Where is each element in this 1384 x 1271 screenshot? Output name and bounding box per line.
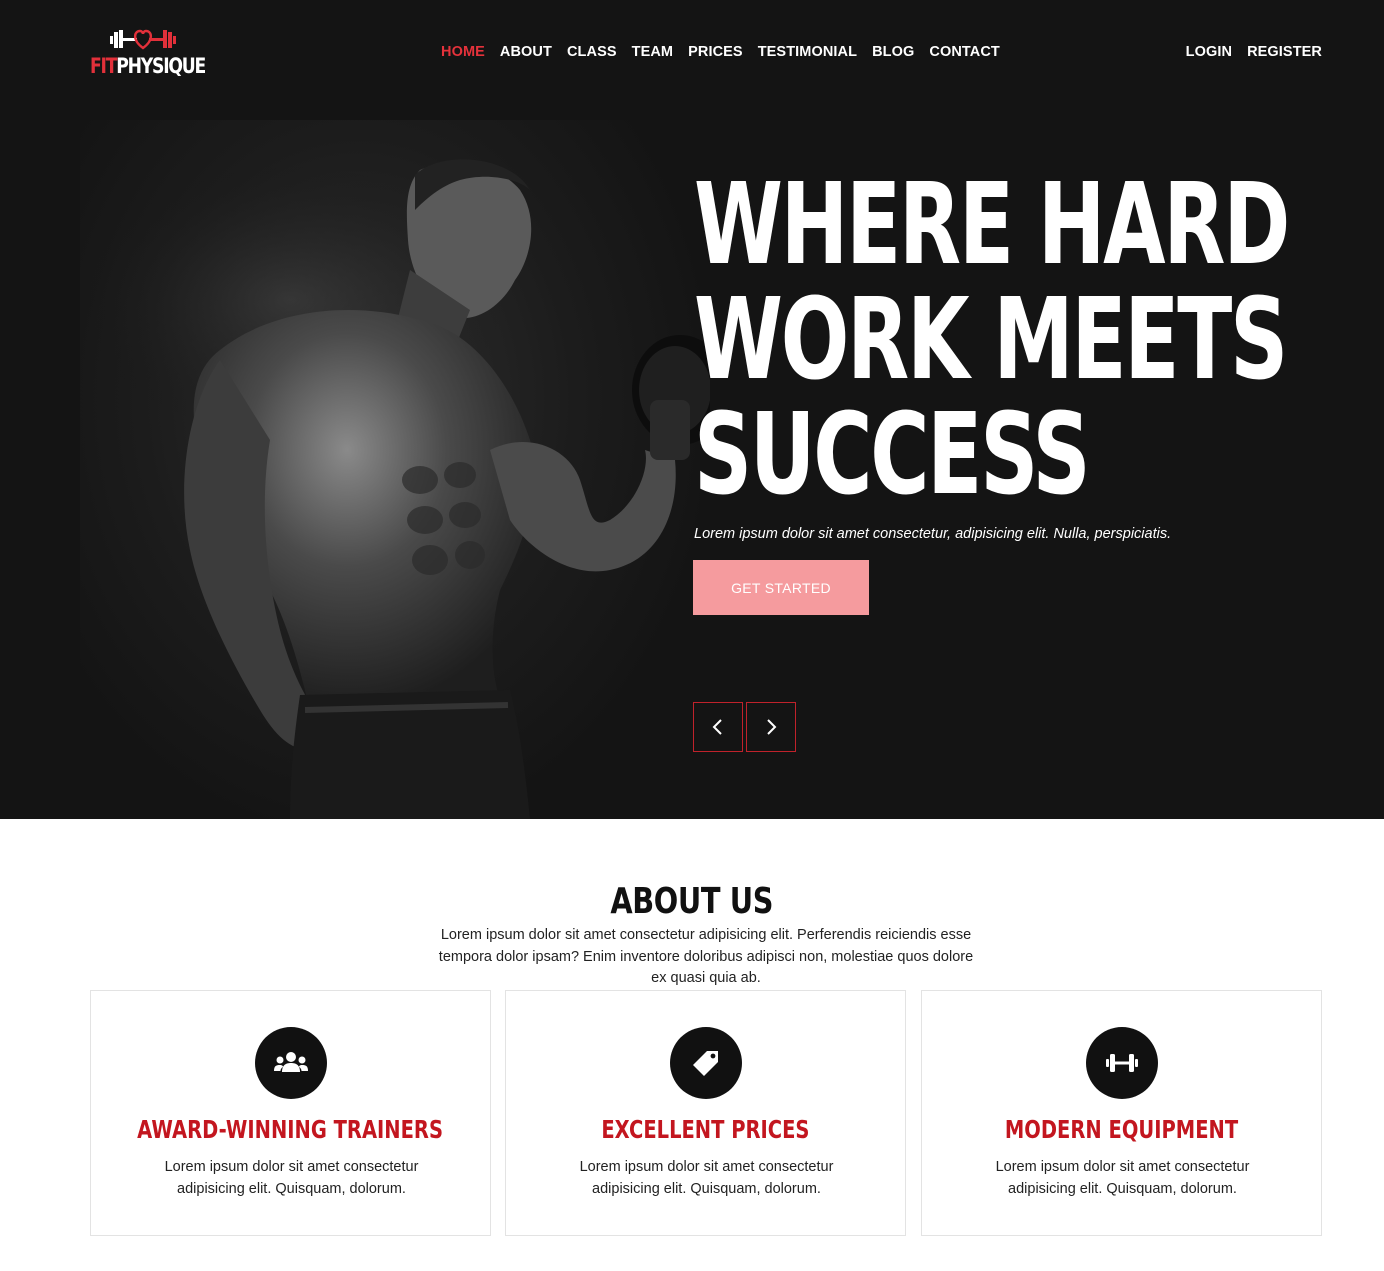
chevron-left-icon [712, 719, 722, 735]
logo-text-physique: PHYSIQUE [116, 54, 206, 78]
card-title: AWARD-WINNING TRAINERS [91, 1115, 490, 1144]
login-link[interactable]: LOGIN [1186, 44, 1232, 60]
feature-card-trainers: AWARD-WINNING TRAINERS Lorem ipsum dolor… [90, 990, 491, 1236]
price-tag-icon [693, 1051, 718, 1076]
nav-link-about[interactable]: ABOUT [500, 44, 552, 60]
slider-next-button[interactable] [746, 702, 796, 752]
nav-link-contact[interactable]: CONTACT [929, 44, 1000, 60]
nav-link-testimonial[interactable]: TESTIMONIAL [758, 44, 857, 60]
card-icon-circle [670, 1027, 742, 1099]
chevron-right-icon [767, 719, 777, 735]
card-title-text: MODERN EQUIPMENT [1004, 1115, 1239, 1144]
nav-link-blog[interactable]: BLOG [872, 44, 914, 60]
hero-title-line-2: WORK MEETS [694, 275, 1288, 405]
hero-title-line-3: SUCCESS [694, 390, 1091, 520]
nav-link-team[interactable]: TEAM [632, 44, 673, 60]
nav-link-prices[interactable]: PRICES [688, 44, 743, 60]
nav-link-home[interactable]: HOME [441, 44, 485, 60]
hero-section: FITPHYSIQUE HOME ABOUT CLASS TEAM PRICES… [0, 0, 1384, 819]
feature-card-equipment: MODERN EQUIPMENT Lorem ipsum dolor sit a… [921, 990, 1322, 1236]
about-description: Lorem ipsum dolor sit amet consectetur a… [438, 927, 974, 986]
about-section: ABOUT US Lorem ipsum dolor sit amet cons… [0, 819, 1384, 1271]
users-icon [274, 1052, 308, 1072]
feature-cards: AWARD-WINNING TRAINERS Lorem ipsum dolor… [90, 990, 1323, 1236]
dumbbell-icon [1106, 1054, 1138, 1072]
auth-links: LOGIN REGISTER [1186, 44, 1322, 60]
hero-title: WHERE HARD WORK MEETS SUCCESS [694, 160, 1290, 520]
feature-card-prices: EXCELLENT PRICES Lorem ipsum dolor sit a… [505, 990, 906, 1236]
main-nav: HOME ABOUT CLASS TEAM PRICES TESTIMONIAL… [441, 44, 1000, 60]
register-link[interactable]: REGISTER [1247, 44, 1322, 60]
card-title-text: EXCELLENT PRICES [601, 1115, 810, 1144]
card-text: Lorem ipsum dolor sit amet consectetur a… [164, 1159, 419, 1197]
about-title: ABOUT US [0, 881, 1384, 922]
card-title: EXCELLENT PRICES [506, 1115, 905, 1144]
card-icon-circle [255, 1027, 327, 1099]
slider-prev-button[interactable] [693, 702, 743, 752]
card-title: MODERN EQUIPMENT [922, 1115, 1321, 1144]
logo-text-fit: FIT [90, 54, 117, 78]
logo-text: FITPHYSIQUE [90, 54, 206, 78]
athlete-image [90, 159, 710, 819]
card-text: Lorem ipsum dolor sit amet consectetur a… [579, 1159, 834, 1197]
site-logo[interactable]: FITPHYSIQUE [90, 28, 206, 80]
about-title-text: ABOUT US [610, 881, 774, 922]
card-text: Lorem ipsum dolor sit amet consectetur a… [995, 1159, 1250, 1197]
hero-title-line-1: WHERE HARD [694, 160, 1290, 290]
get-started-button[interactable]: GET STARTED [693, 560, 869, 615]
card-icon-circle [1086, 1027, 1158, 1099]
nav-link-class[interactable]: CLASS [567, 44, 617, 60]
hero-subtitle: Lorem ipsum dolor sit amet consectetur, … [694, 526, 1172, 542]
card-title-text: AWARD-WINNING TRAINERS [137, 1115, 444, 1144]
navbar: FITPHYSIQUE HOME ABOUT CLASS TEAM PRICES… [0, 0, 1384, 106]
dumbbell-heart-icon [110, 29, 176, 50]
